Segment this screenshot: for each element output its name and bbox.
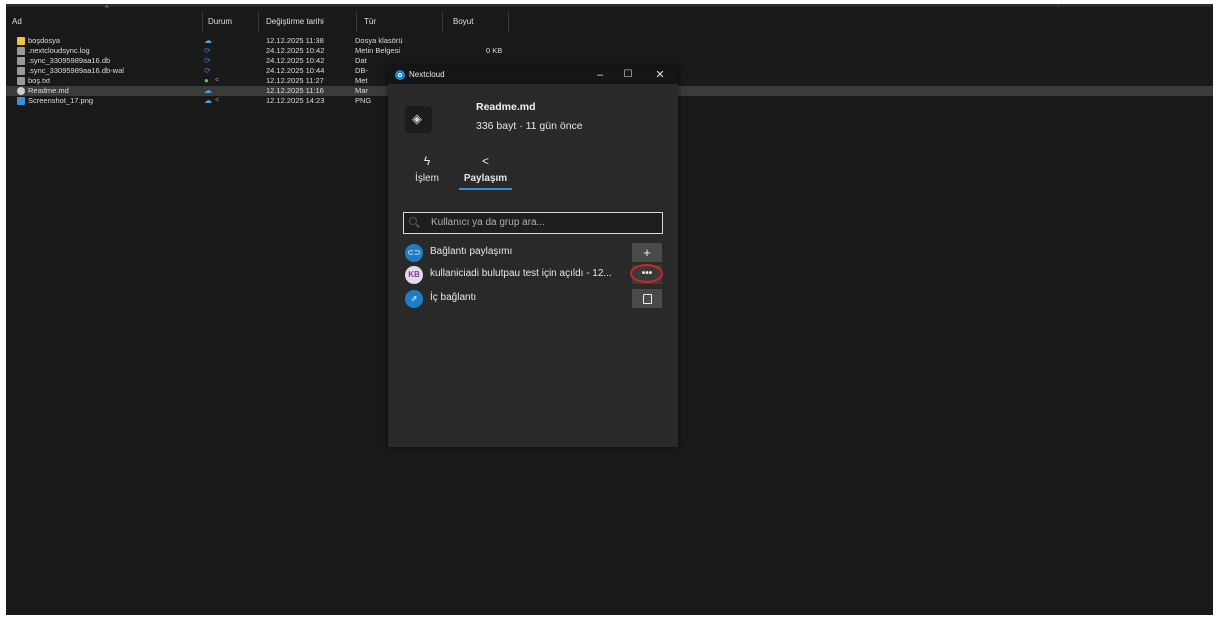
- highlight-circle: [630, 264, 663, 283]
- file-name: boşdosya: [28, 36, 61, 45]
- close-icon[interactable]: ✕: [650, 67, 670, 83]
- file-name: .sync_33095989aa16.db: [28, 56, 111, 65]
- file-name: .nextcloudsync.log: [28, 46, 90, 55]
- document-icon: [17, 67, 25, 75]
- search-icon: [409, 217, 417, 225]
- image-icon: [17, 97, 25, 105]
- file-type: Metin Belgesi: [355, 46, 401, 55]
- column-header: ⌃ Ad Durum Değiştirme tarihi Tür Boyut: [6, 4, 1213, 34]
- maximize-icon[interactable]: ☐: [618, 67, 638, 83]
- column-size[interactable]: Boyut: [447, 10, 507, 34]
- file-size: 0 KB: [486, 46, 503, 55]
- add-link-share-button[interactable]: +: [632, 243, 662, 262]
- search-placeholder: Kullanıcı ya da grup ara...: [431, 217, 545, 228]
- file-name: Readme.md: [28, 86, 69, 95]
- shared-icon: <: [215, 97, 220, 104]
- tab-activity[interactable]: ϟ İşlem: [412, 154, 442, 184]
- nextcloud-logo-icon: [395, 70, 405, 80]
- file-modified: 12.12.2025 11:38: [266, 36, 324, 45]
- share-icon: <: [481, 154, 489, 168]
- user-group-search-input[interactable]: Kullanıcı ya da grup ara...: [403, 212, 663, 234]
- file-type: DB-: [355, 66, 368, 75]
- file-thumbnail: ◈: [405, 106, 432, 133]
- user-avatar: KB: [405, 266, 423, 284]
- document-icon: [17, 47, 25, 55]
- document-icon: [17, 57, 25, 65]
- file-modified: 12.12.2025 14:23: [266, 96, 325, 105]
- file-meta: 336 bayt · 11 gün önce: [476, 120, 583, 132]
- column-type[interactable]: Tür: [358, 10, 442, 34]
- file-type: Mar: [355, 86, 368, 95]
- copy-icon: [642, 294, 652, 304]
- file-modified: 24.12.2025 10:42: [266, 56, 325, 65]
- column-modified[interactable]: Değiştirme tarihi: [260, 10, 356, 34]
- sync-status-icon: ⟳: [204, 56, 211, 65]
- tab-label: İşlem: [415, 173, 439, 184]
- share-label: Bağlantı paylaşımı: [430, 246, 513, 257]
- cloud-status-icon: ☁: [204, 96, 212, 105]
- internal-link-icon: ⇗: [405, 290, 423, 308]
- column-name[interactable]: Ad: [6, 10, 202, 34]
- nextcloud-window: Nextcloud – ☐ ✕ ◈ Readme.md 336 bayt · 1…: [388, 66, 678, 447]
- synced-status-icon: ●: [204, 76, 209, 85]
- folder-icon: [17, 37, 25, 45]
- title-bar[interactable]: Nextcloud – ☐ ✕: [388, 66, 678, 84]
- file-type: Dosya klasörü: [355, 36, 403, 45]
- file-modified: 24.12.2025 10:42: [266, 46, 325, 55]
- top-bar: [6, 4, 1213, 7]
- file-name: .sync_33095989aa16.db-wal: [28, 66, 124, 75]
- sync-status-icon: ⟳: [204, 46, 211, 55]
- file-name: boş.txt: [28, 76, 51, 85]
- markdown-icon: [17, 87, 25, 95]
- file-title: Readme.md: [476, 101, 536, 113]
- file-row[interactable]: boşdosya ☁ 12.12.2025 11:38 Dosya klasör…: [6, 36, 1213, 46]
- sync-status-icon: ⟳: [204, 66, 211, 75]
- share-label: kullaniciadi bulutpau test için açıldı -…: [430, 268, 612, 279]
- activity-icon: ϟ: [423, 154, 431, 168]
- tab-label: Paylaşım: [463, 173, 508, 184]
- file-type: Dat: [355, 56, 367, 65]
- file-row[interactable]: .sync_33095989aa16.db ⟳ 24.12.2025 10:42…: [6, 56, 1213, 66]
- column-status[interactable]: Durum: [202, 10, 258, 34]
- share-label: İç bağlantı: [430, 292, 477, 303]
- shared-icon: <: [215, 77, 220, 84]
- tab-sharing[interactable]: < Paylaşım: [459, 154, 512, 184]
- user-share-row[interactable]: KB kullaniciadi bulutpau test için açıld…: [405, 266, 665, 284]
- markdown-file-icon: ◈: [412, 111, 422, 126]
- internal-link-row[interactable]: ⇗ İç bağlantı: [405, 290, 665, 308]
- file-modified: 24.12.2025 10:44: [266, 66, 325, 75]
- link-share-row[interactable]: ⊂⊃ Bağlantı paylaşımı: [405, 244, 665, 262]
- minimize-icon[interactable]: –: [590, 67, 610, 83]
- document-icon: [17, 77, 25, 85]
- window-title: Nextcloud: [409, 70, 445, 79]
- cloud-status-icon: ☁: [204, 86, 212, 95]
- file-row[interactable]: .nextcloudsync.log ⟳ 24.12.2025 10:42 Me…: [6, 46, 1213, 56]
- file-type: Met: [355, 76, 368, 85]
- copy-internal-link-button[interactable]: [632, 289, 662, 308]
- file-modified: 12.12.2025 11:16: [266, 86, 324, 95]
- file-modified: 12.12.2025 11:27: [266, 76, 324, 85]
- file-type: PNG: [355, 96, 372, 105]
- file-explorer: ⌃ Ad Durum Değiştirme tarihi Tür Boyut b…: [6, 4, 1213, 615]
- cloud-status-icon: ☁: [204, 36, 212, 45]
- active-tab-indicator: [459, 188, 512, 190]
- link-icon: ⊂⊃: [405, 244, 423, 262]
- file-name: Screenshot_17.png: [28, 96, 94, 105]
